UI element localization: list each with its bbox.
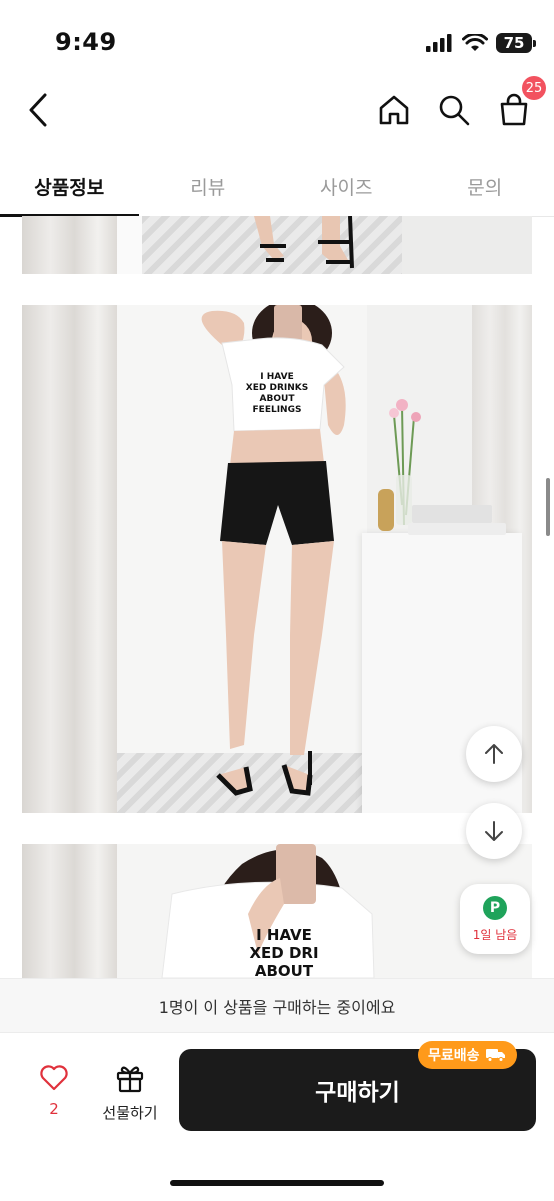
wifi-icon <box>462 34 488 53</box>
tab-inquiry[interactable]: 문의 <box>416 156 554 216</box>
arrow-down-icon <box>483 820 505 842</box>
product-photo-1 <box>22 216 532 274</box>
tab-size[interactable]: 사이즈 <box>277 156 416 216</box>
back-button[interactable] <box>20 90 56 130</box>
svg-text:I HAVE: I HAVE <box>260 372 293 382</box>
signal-icon <box>426 34 454 52</box>
svg-text:XED DRINKS: XED DRINKS <box>246 383 308 393</box>
shopping-bag-icon <box>497 93 531 127</box>
point-remaining-text: 1일 남음 <box>473 926 518 943</box>
like-button[interactable]: 2 <box>32 1064 76 1118</box>
like-count: 2 <box>32 1100 76 1118</box>
gift-label: 선물하기 <box>98 1102 162 1123</box>
search-button[interactable] <box>434 90 474 130</box>
status-icons: 75 <box>426 30 532 56</box>
scroll-bottom-button[interactable] <box>466 803 522 859</box>
free-shipping-label: 무료배송 <box>428 1045 480 1065</box>
tab-reviews[interactable]: 리뷰 <box>139 156 278 216</box>
home-icon <box>377 93 411 127</box>
model-figure: I HAVE XED DRINKS ABOUT FEELINGS <box>22 305 532 813</box>
arrow-up-icon <box>483 743 505 765</box>
purchase-activity-notice: 1명이 이 상품을 구매하는 중이에요 <box>0 978 554 1033</box>
scrollbar[interactable] <box>546 478 550 536</box>
point-reward-button[interactable]: P 1일 남음 <box>460 884 530 954</box>
svg-text:ABOUT: ABOUT <box>255 962 314 978</box>
gift-icon <box>114 1062 146 1094</box>
home-button[interactable] <box>374 90 414 130</box>
truck-icon <box>485 1048 507 1062</box>
svg-text:XED DRI: XED DRI <box>249 944 318 962</box>
model-feet <box>22 216 532 274</box>
svg-text:ABOUT: ABOUT <box>260 394 296 404</box>
product-tabs: 상품정보 리뷰 사이즈 문의 <box>0 156 554 217</box>
product-photo-3: I HAVE XED DRI ABOUT <box>22 844 532 978</box>
product-photo-2: I HAVE XED DRINKS ABOUT FEELINGS <box>22 305 532 813</box>
gift-button[interactable]: 선물하기 <box>98 1062 162 1123</box>
tab-product-info[interactable]: 상품정보 <box>0 156 139 216</box>
cart-count-badge: 25 <box>522 76 546 100</box>
scroll-top-button[interactable] <box>466 726 522 782</box>
home-indicator[interactable] <box>170 1180 384 1186</box>
svg-text:FEELINGS: FEELINGS <box>253 405 302 415</box>
battery-icon: 75 <box>496 33 532 53</box>
search-icon <box>437 93 471 127</box>
free-shipping-badge: 무료배송 <box>418 1041 517 1069</box>
point-icon: P <box>483 896 507 920</box>
heart-icon <box>39 1064 69 1092</box>
chevron-left-icon <box>27 93 49 127</box>
model-closeup: I HAVE XED DRI ABOUT <box>22 844 532 978</box>
svg-text:I HAVE: I HAVE <box>256 926 312 944</box>
status-time: 9:49 <box>55 28 117 56</box>
cart-button[interactable]: 25 <box>494 90 534 130</box>
